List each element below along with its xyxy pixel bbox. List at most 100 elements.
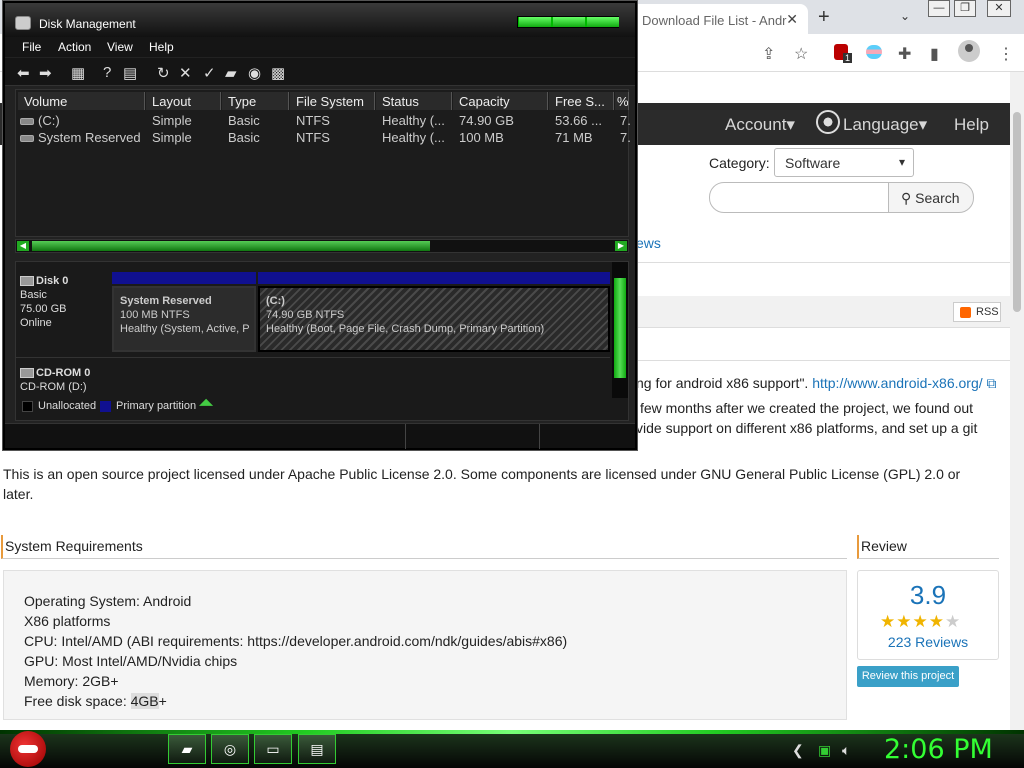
column-free-space[interactable]: Free S... [549, 92, 614, 110]
tray-network-icon[interactable]: ▣ [818, 742, 831, 759]
side-panel-icon[interactable]: ▮ [930, 44, 939, 64]
column-capacity[interactable]: Capacity [453, 92, 548, 110]
disk-icon [20, 276, 34, 287]
column-layout[interactable]: Layout [146, 92, 221, 110]
check-icon[interactable]: ✓ [203, 64, 216, 82]
row-layout: Simple [152, 130, 192, 145]
column-volume[interactable]: Volume [18, 92, 145, 110]
tray-volume-icon[interactable]: 🔈︎ [842, 742, 850, 759]
column-percent-free[interactable]: % [615, 92, 629, 110]
maximize-button[interactable]: ❐ [954, 0, 976, 17]
settings-grid-icon[interactable]: ▩ [271, 64, 285, 82]
scroll-left-icon[interactable]: ◀ [17, 241, 29, 251]
requirement-line: GPU: Most Intel/AMD/Nvidia chips [24, 653, 238, 669]
taskbar [0, 730, 1024, 768]
properties-icon[interactable]: ▤ [123, 64, 137, 82]
start-button[interactable] [10, 731, 46, 767]
row-file-system: NTFS [296, 130, 330, 145]
column-file-system[interactable]: File System [290, 92, 375, 110]
help-icon[interactable]: ? [103, 64, 111, 81]
minimize-button[interactable] [519, 17, 551, 27]
refresh-icon[interactable]: ↻ [157, 64, 170, 82]
taskbar-cmd-icon[interactable]: ▭ [254, 734, 292, 764]
scrollbar-thumb[interactable] [614, 278, 626, 378]
close-window-button[interactable]: ✕ [987, 0, 1011, 17]
search-icon[interactable]: ◉ [248, 64, 261, 82]
menu-file[interactable]: File [22, 40, 41, 54]
scroll-right-icon[interactable]: ▶ [615, 241, 627, 251]
console-tree-icon[interactable]: ▦ [71, 64, 85, 82]
nav-help[interactable]: Help [954, 115, 989, 135]
close-button[interactable] [587, 17, 619, 27]
nav-language[interactable]: Language▾ [843, 115, 927, 135]
partition-header [112, 272, 256, 284]
volume-list: Volume Layout Type File System Status Ca… [15, 89, 630, 237]
dm-menu-bar: File Action View Help [5, 37, 635, 57]
extension-flag-icon[interactable] [866, 45, 882, 59]
forward-arrow-icon[interactable]: ➡ [39, 64, 52, 82]
open-folder-icon[interactable]: ▰ [225, 64, 237, 82]
category-select[interactable]: Software ▾ [774, 148, 914, 177]
column-status[interactable]: Status [376, 92, 452, 110]
column-type[interactable]: Type [222, 92, 289, 110]
row-capacity: 100 MB [459, 130, 504, 145]
scrollbar-thumb[interactable] [32, 241, 430, 251]
row-file-system: NTFS [296, 113, 330, 128]
minimize-button[interactable]: — [928, 0, 950, 17]
dm-status-bar [5, 423, 635, 449]
external-link-icon: ⧉ [982, 375, 997, 391]
share-icon[interactable]: ⇪ [762, 44, 775, 64]
volume-list-hscrollbar[interactable]: ◀ ▶ [15, 239, 629, 253]
rss-button[interactable]: RSS [953, 302, 1001, 322]
graph-vscrollbar[interactable] [612, 262, 628, 398]
close-tab-icon[interactable]: ✕ [786, 11, 798, 28]
row-capacity: 74.90 GB [459, 113, 514, 128]
back-arrow-icon[interactable]: ⬅ [17, 64, 30, 82]
project-link[interactable]: http://www.android-x86.org/ [812, 375, 982, 391]
taskbar-disk-management-icon[interactable]: ▤ [298, 734, 336, 764]
unallocated-swatch [22, 400, 33, 412]
cdrom-label[interactable]: CD-ROM 0 CD-ROM (D:) [20, 366, 108, 394]
new-tab-button[interactable]: + [818, 6, 830, 29]
disk0-label[interactable]: Disk 0 Basic 75.00 GB Online [20, 274, 108, 330]
delete-icon[interactable]: ✕ [179, 64, 192, 82]
menu-help[interactable]: Help [149, 40, 174, 54]
menu-action[interactable]: Action [58, 40, 91, 54]
volume-icon [20, 135, 34, 143]
reviews-link[interactable]: ews [636, 235, 661, 251]
row-type: Basic [228, 113, 260, 128]
taskbar-explorer-icon[interactable]: ▰ [168, 734, 206, 764]
bookmark-star-icon[interactable]: ☆ [794, 44, 808, 64]
nav-account[interactable]: Account▾ [725, 115, 795, 135]
page-scrollbar[interactable] [1010, 72, 1024, 730]
system-requirements-heading: System Requirements [1, 535, 847, 559]
taskbar-clock[interactable]: 2:06 PM [884, 734, 993, 765]
browser-menu-icon[interactable]: ⋮ [998, 44, 1014, 64]
partition-c-drive[interactable]: (C:) 74.90 GB NTFS Healthy (Boot, Page F… [258, 286, 610, 352]
extension-shield-icon[interactable]: 1 [834, 44, 853, 63]
partition-system-reserved[interactable]: System Reserved 100 MB NTFS Healthy (Sys… [112, 286, 256, 352]
extensions-puzzle-icon[interactable]: ✚ [898, 44, 911, 64]
tray-expand-icon[interactable]: ❮ [792, 742, 804, 759]
category-select-value: Software [785, 155, 841, 171]
search-input[interactable] [709, 182, 889, 213]
row-status: Healthy (... [382, 130, 445, 145]
search-button[interactable]: ⚲ Search [888, 182, 974, 213]
dm-title-bar[interactable]: Disk Management [5, 3, 635, 37]
reviews-count-link[interactable]: 223 Reviews [858, 634, 998, 650]
dm-toolbar: ⬅ ➡ ▦ ? ▤ ↻ ✕ ✓ ▰ ◉ ▩ [5, 58, 635, 86]
search-button-label: Search [915, 190, 960, 206]
description-line1: ng for android x86 support". [636, 375, 809, 391]
row-percent-free: 7. [620, 113, 630, 128]
requirement-line: Operating System: Android [24, 593, 192, 609]
volume-icon [20, 118, 34, 126]
browser-tab[interactable]: Download File List - Andr ✕ [630, 4, 808, 34]
profile-avatar[interactable] [958, 40, 980, 62]
tab-search-icon[interactable]: ⌄ [900, 9, 910, 23]
maximize-button[interactable] [553, 17, 585, 27]
window-controls[interactable] [517, 16, 619, 28]
menu-view[interactable]: View [107, 40, 133, 54]
rating-value: 3.9 [909, 580, 947, 610]
review-project-button[interactable]: Review this project [857, 666, 959, 687]
taskbar-chrome-icon[interactable]: ◎ [211, 734, 249, 764]
